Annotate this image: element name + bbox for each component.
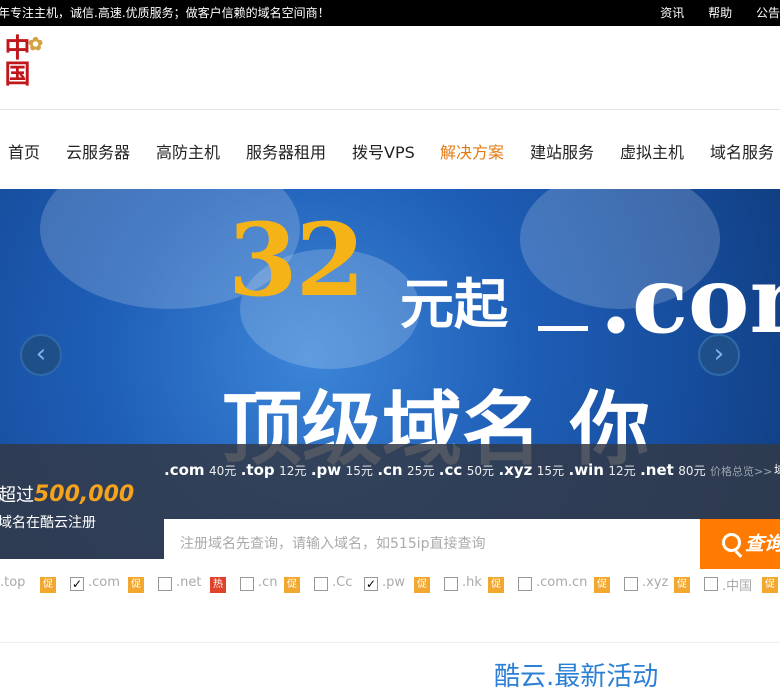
- price-ext: .net: [640, 461, 674, 479]
- chevron-right-icon[interactable]: ›: [698, 334, 740, 376]
- tld-label: .top: [0, 575, 26, 590]
- banner-price: 32: [228, 201, 365, 319]
- domain-search-button[interactable]: 查询: [700, 519, 780, 569]
- price-extra: 域: [774, 461, 780, 478]
- tld-checkbox-pw[interactable]: ✓: [364, 577, 378, 591]
- promo-badge: 促: [40, 577, 56, 593]
- tld-checkbox-cc[interactable]: [314, 577, 328, 591]
- nav-item-ddos-host[interactable]: 高防主机: [156, 139, 220, 163]
- nav-item-domain-service[interactable]: 域名服务: [710, 139, 774, 163]
- tld-checkbox-comcn[interactable]: [518, 577, 532, 591]
- domain-price-list: .com 40元 .top 12元 .pw 15元 .cn 25元 .cc 50…: [164, 461, 780, 479]
- promo-badge: 促: [674, 577, 690, 593]
- nav-item-solutions[interactable]: 解决方案: [440, 139, 504, 163]
- price-value: 50元: [466, 464, 494, 478]
- tld-label: .Cc: [332, 575, 353, 590]
- main-nav: 首页 云服务器 高防主机 服务器租用 拨号VPS 解决方案 建站服务 虚拟主机 …: [0, 111, 780, 189]
- promo-badge: 促: [128, 577, 144, 593]
- tld-label: .xyz: [642, 575, 669, 590]
- header: 中国 ✿: [0, 26, 780, 110]
- price-overview-link[interactable]: 价格总览>>: [710, 465, 772, 478]
- domain-search-input[interactable]: 注册域名先查询，请输入域名，如515ip直接查询: [164, 519, 700, 569]
- price-value: 25元: [407, 464, 435, 478]
- top-link-news[interactable]: 资讯: [660, 6, 684, 20]
- nav-item-cloud-server[interactable]: 云服务器: [66, 139, 130, 163]
- price-ext: .com: [164, 461, 205, 479]
- price-value: 80元: [678, 464, 706, 478]
- tld-checkbox-net[interactable]: [158, 577, 172, 591]
- tld-label: .cn: [258, 575, 278, 590]
- top-link-notice[interactable]: 公告: [756, 6, 780, 20]
- promo-badge: 促: [762, 577, 778, 593]
- promo-badge: 促: [284, 577, 300, 593]
- banner-price-suffix: 元起: [400, 273, 508, 336]
- price-ext: .pw: [310, 461, 342, 479]
- nav-item-home[interactable]: 首页: [8, 139, 40, 163]
- search-button-label: 查询: [745, 533, 780, 555]
- price-value: 15元: [345, 464, 373, 478]
- knot-icon: ✿: [28, 34, 44, 55]
- nav-item-dial-vps[interactable]: 拨号VPS: [352, 139, 415, 163]
- tld-label: .com: [88, 575, 120, 590]
- tld-options: .top 促 ✓ .com 促 .net 热 .cn 促 .Cc ✓ .pw 促…: [0, 575, 780, 595]
- search-icon: [722, 533, 741, 552]
- price-ext: .cn: [377, 461, 403, 479]
- site-logo[interactable]: 中国 ✿: [0, 34, 60, 93]
- tld-label: .net: [176, 575, 202, 590]
- price-value: 12元: [608, 464, 636, 478]
- price-value: 12元: [279, 464, 307, 478]
- price-ext: .cc: [438, 461, 463, 479]
- tld-label: .中国: [722, 579, 753, 594]
- tld-checkbox-xyz[interactable]: [624, 577, 638, 591]
- section-title: 酷云.最新活动: [494, 662, 659, 692]
- banner-dash: [538, 326, 588, 331]
- price-ext: .xyz: [498, 461, 533, 479]
- tld-checkbox-zhongguo[interactable]: [704, 577, 718, 591]
- nav-item-virtual-host[interactable]: 虚拟主机: [620, 139, 684, 163]
- promo-badge: 促: [594, 577, 610, 593]
- hot-badge: 热: [210, 577, 226, 593]
- price-value: 15元: [536, 464, 565, 478]
- tld-label: .pw: [382, 575, 406, 590]
- tld-checkbox-hk[interactable]: [444, 577, 458, 591]
- top-bar: 年专注主机，诚信.高速.优质服务；做客户信赖的域名空间商！ 资讯 帮助 公告: [0, 0, 780, 26]
- top-link-help[interactable]: 帮助: [708, 6, 732, 20]
- price-ext: .top: [240, 461, 275, 479]
- chevron-left-icon[interactable]: ‹: [20, 334, 62, 376]
- tld-checkbox-cn[interactable]: [240, 577, 254, 591]
- price-value: 40元: [208, 464, 237, 478]
- promo-badge: 促: [488, 577, 504, 593]
- logo-text: 中国: [0, 34, 30, 86]
- banner-extension: .com: [600, 246, 780, 354]
- tld-label: .hk: [462, 575, 482, 590]
- tld-checkbox-com[interactable]: ✓: [70, 577, 84, 591]
- promo-badge: 促: [414, 577, 430, 593]
- stat-number: 500,000: [34, 482, 135, 507]
- stat-prefix: 超过: [0, 485, 34, 506]
- price-ext: .win: [568, 461, 604, 479]
- domain-stat: 超过500,000: [0, 481, 134, 507]
- section-divider: [0, 642, 780, 643]
- stat-caption: 域名在酷云注册: [0, 515, 96, 531]
- top-links: 资讯 帮助 公告: [640, 0, 780, 26]
- tld-label: .com.cn: [536, 575, 588, 590]
- nav-item-website-building[interactable]: 建站服务: [530, 139, 594, 163]
- top-slogan: 年专注主机，诚信.高速.优质服务；做客户信赖的域名空间商！: [0, 6, 330, 20]
- nav-item-server-rental[interactable]: 服务器租用: [246, 139, 326, 163]
